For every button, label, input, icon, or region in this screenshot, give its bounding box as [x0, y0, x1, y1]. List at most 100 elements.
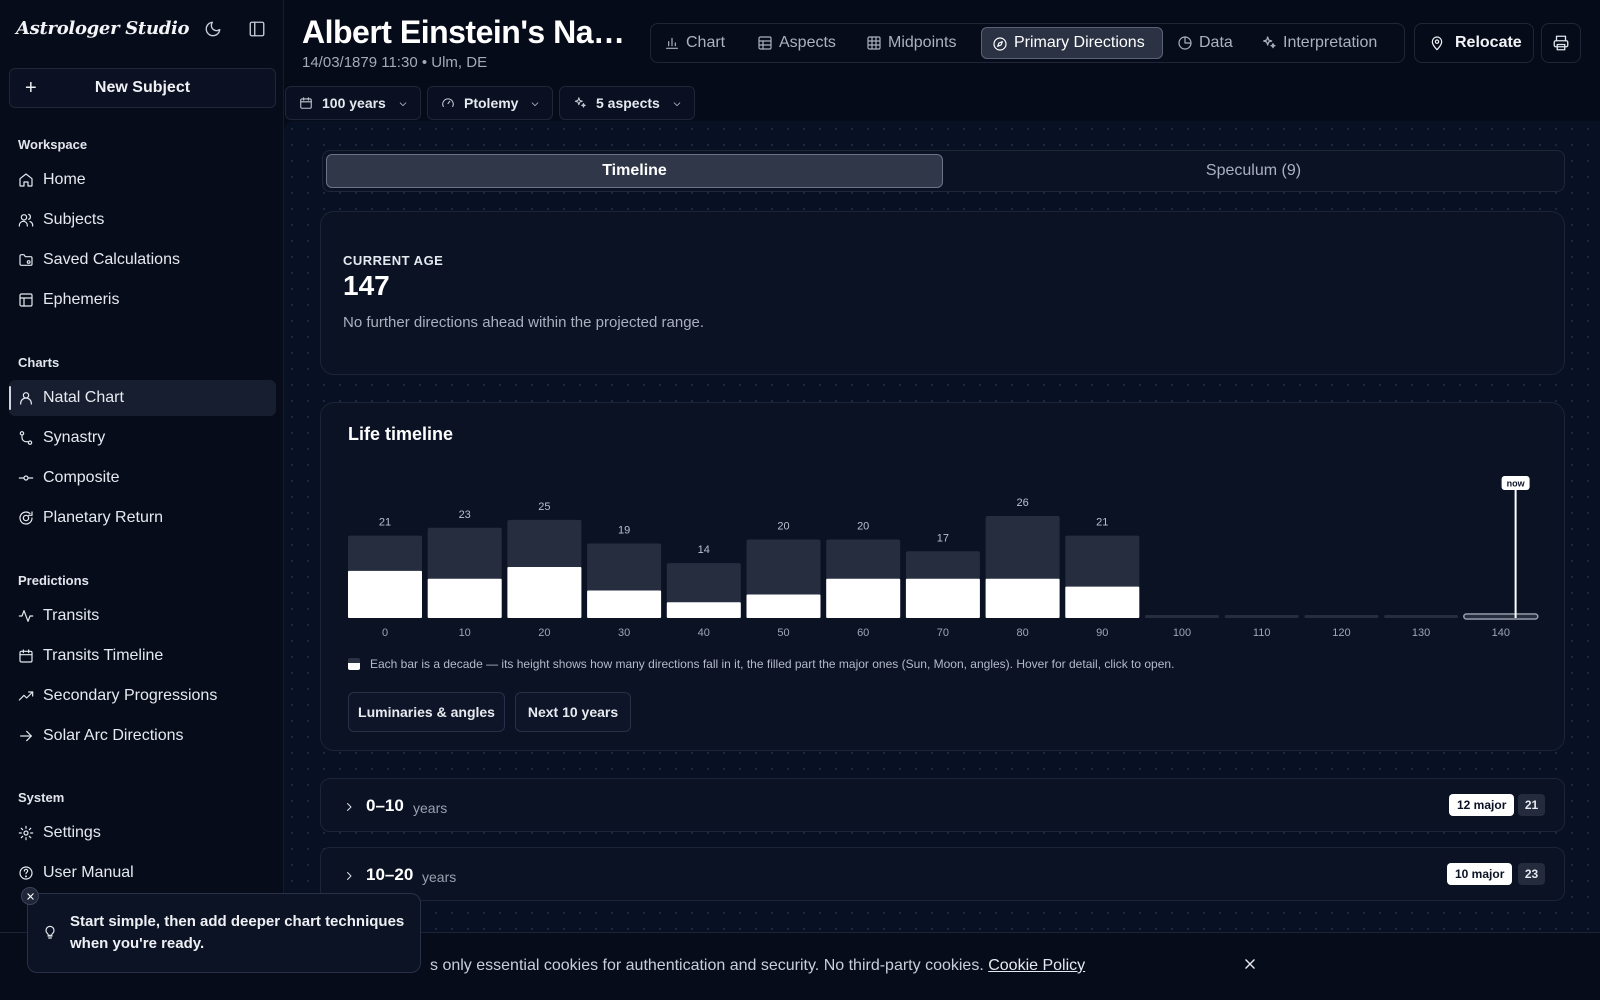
printer-icon — [1553, 35, 1569, 51]
decade-unit: years — [422, 869, 457, 885]
bar-major — [1065, 586, 1140, 618]
bar-value-label: 17 — [937, 532, 949, 544]
tab-midpoints[interactable]: Midpoints — [856, 27, 968, 59]
tab-aspects[interactable]: Aspects — [747, 27, 853, 59]
x-tick-label: 130 — [1412, 627, 1430, 639]
bar-major — [507, 567, 582, 618]
next-10-years-button[interactable]: Next 10 years — [515, 692, 631, 732]
total-count-badge: 21 — [1518, 794, 1545, 816]
sidebar-item-label: Saved Calculations — [43, 251, 180, 268]
sidebar-item-transits-timeline[interactable]: Transits Timeline — [9, 638, 276, 674]
bar-major — [427, 578, 502, 618]
page-subtitle: 14/03/1879 11:30 • Ulm, DE — [302, 54, 488, 71]
chevron-down-icon — [673, 102, 681, 107]
aspects-select[interactable]: 5 aspects — [559, 86, 695, 120]
x-tick-label: 20 — [538, 627, 550, 639]
sidebar-item-ephemeris[interactable]: Ephemeris — [9, 282, 276, 318]
luminaries-angles-button[interactable]: Luminaries & angles — [348, 692, 505, 732]
lightbulb-icon — [45, 925, 55, 939]
toast-close-button[interactable] — [21, 887, 39, 905]
section-workspace: Workspace — [18, 137, 88, 152]
x-tick-label: 110 — [1253, 627, 1271, 639]
calendar-icon — [19, 649, 33, 663]
sidebar-toggle-icon[interactable] — [244, 16, 270, 42]
speculum-toggle[interactable]: Speculum (9) — [946, 154, 1561, 188]
print-button[interactable] — [1541, 23, 1581, 63]
bar-value-label: 14 — [698, 544, 710, 556]
compass-icon — [993, 37, 1007, 51]
x-tick-label: 10 — [459, 627, 471, 639]
folder-icon — [19, 254, 33, 266]
bar-empty — [1463, 615, 1538, 618]
arrow-right-icon — [20, 730, 32, 742]
sidebar-item-planetary-return[interactable]: Planetary Return — [9, 500, 276, 536]
legend-text: Each bar is a decade — its height shows … — [370, 657, 1175, 671]
close-icon[interactable] — [1243, 957, 1257, 976]
sidebar-item-saved-calculations[interactable]: Saved Calculations — [9, 242, 276, 278]
section-charts: Charts — [18, 355, 60, 370]
major-count-badge: 10 major — [1447, 863, 1513, 885]
new-subject-button[interactable]: + New Subject — [9, 68, 276, 108]
users-icon — [18, 213, 34, 227]
tab-primary-directions[interactable]: Primary Directions — [981, 27, 1163, 59]
chevron-right-icon — [347, 803, 352, 811]
tab-interpretation[interactable]: Interpretation — [1251, 27, 1401, 59]
sidebar-item-label: Home — [43, 171, 86, 188]
home-icon — [19, 173, 33, 187]
sidebar-item-user-manual[interactable]: User Manual — [9, 855, 276, 891]
sidebar-item-home[interactable]: Home — [9, 162, 276, 198]
decade-row[interactable]: 0–10 years 12 major 21 — [320, 778, 1565, 832]
sidebar-item-label: Solar Arc Directions — [43, 727, 184, 744]
bar-empty — [1384, 615, 1459, 618]
sidebar-item-solar-arc-directions[interactable]: Solar Arc Directions — [9, 718, 276, 754]
sidebar-item-transits[interactable]: Transits — [9, 598, 276, 634]
sidebar-item-subjects[interactable]: Subjects — [9, 202, 276, 238]
bar-empty — [1145, 615, 1219, 618]
bar-empty — [1224, 615, 1299, 618]
decade-unit: years — [413, 800, 448, 816]
x-tick-label: 100 — [1173, 627, 1191, 639]
toast-message: Start simple, then add deeper chart tech… — [70, 913, 405, 952]
sidebar-item-label: Synastry — [43, 429, 106, 446]
x-tick-label: 0 — [382, 627, 388, 639]
moon-icon[interactable] — [200, 16, 226, 42]
cookie-message: s only essential cookies for authenticat… — [430, 957, 984, 974]
sidebar-item-natal-chart[interactable]: Natal Chart — [9, 380, 276, 416]
current-age-value: 147 — [343, 270, 390, 301]
sidebar-item-label: Planetary Return — [43, 509, 164, 526]
bar-value-label: 20 — [777, 521, 789, 533]
view-tabs: Chart Aspects Midpoints Primary Directio… — [650, 23, 1405, 63]
commit-icon — [18, 475, 34, 481]
sidebar-item-label: Subjects — [43, 211, 105, 228]
tab-label: Interpretation — [1283, 34, 1378, 51]
sidebar-item-settings[interactable]: Settings — [9, 815, 276, 851]
tab-chart[interactable]: Chart — [654, 27, 744, 59]
chevron-down-icon — [399, 102, 407, 107]
relocate-button[interactable]: Relocate — [1414, 23, 1534, 63]
range-select[interactable]: 100 years — [285, 86, 421, 120]
x-tick-label: 80 — [1016, 627, 1028, 639]
sidebar-item-label: Natal Chart — [43, 389, 124, 406]
grid-icon — [867, 36, 881, 50]
new-subject-label: New Subject — [94, 79, 191, 96]
tab-data[interactable]: Data — [1167, 27, 1247, 59]
section-predictions: Predictions — [18, 573, 89, 588]
sidebar-item-composite[interactable]: Composite — [9, 460, 276, 496]
method-select[interactable]: Ptolemy — [427, 86, 554, 120]
life-timeline-chart[interactable]: 21 0 23 10 25 20 19 30 14 40 20 50 20 60 17 70 26 80 21 90 1… — [340, 470, 1550, 646]
sparkles-icon — [1263, 36, 1276, 49]
sidebar-item-label: Settings — [43, 824, 101, 841]
tab-label: Aspects — [779, 34, 836, 51]
sidebar-item-label: Ephemeris — [43, 291, 120, 308]
cookie-policy-link[interactable]: Cookie Policy — [988, 957, 1085, 974]
relocate-label: Relocate — [1455, 34, 1522, 51]
method-select-value: Ptolemy — [464, 95, 519, 111]
decade-row[interactable]: 10–20 years 10 major 23 — [320, 847, 1565, 901]
timeline-toggle[interactable]: Timeline — [326, 154, 943, 188]
gear-icon — [18, 825, 34, 841]
sidebar-item-secondary-progressions[interactable]: Secondary Progressions — [9, 678, 276, 714]
sidebar-item-synastry[interactable]: Synastry — [9, 420, 276, 456]
section-system: System — [18, 790, 65, 805]
x-tick-label: 60 — [857, 627, 869, 639]
x-tick-label: 50 — [777, 627, 789, 639]
